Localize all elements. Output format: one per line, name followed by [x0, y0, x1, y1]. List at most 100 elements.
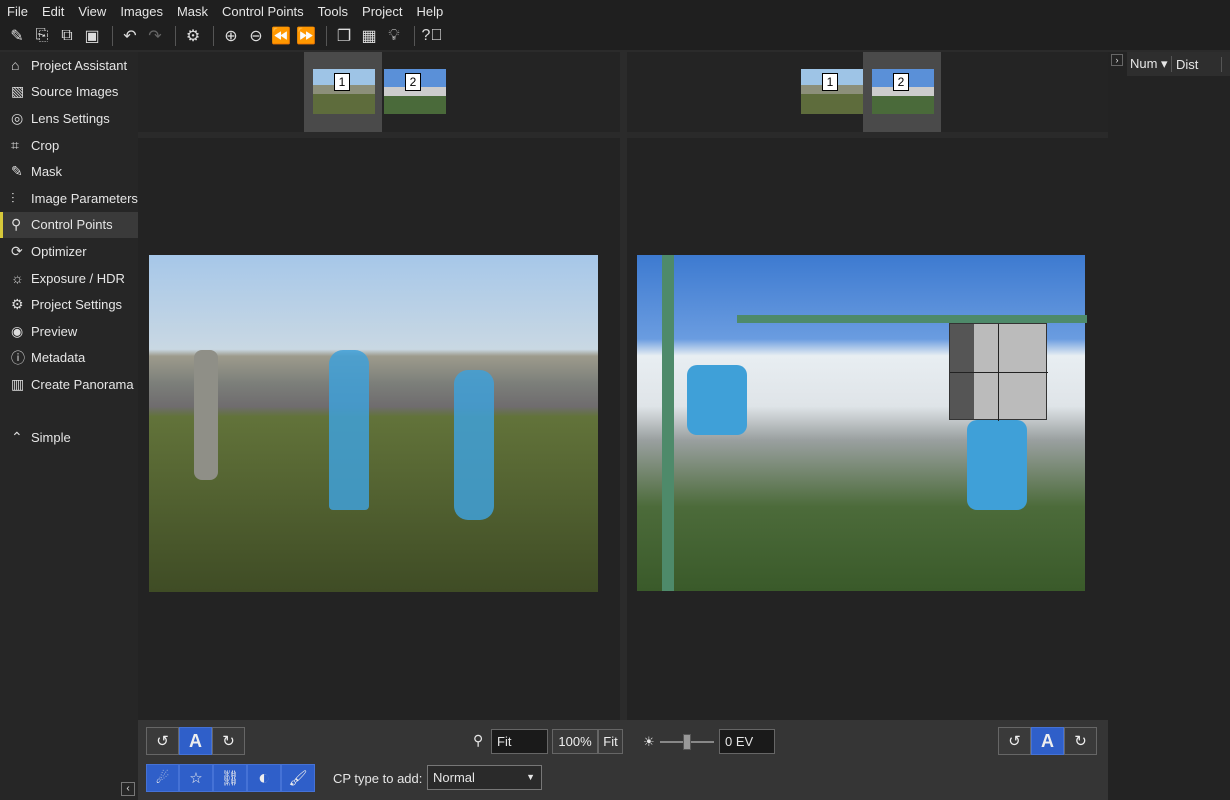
left-image-view[interactable] [138, 138, 620, 720]
cp-table-header: Num ▾ Dist [1127, 52, 1230, 76]
sidebar-icon: ⫶ [11, 189, 15, 206]
star-icon[interactable]: ☆ [179, 764, 213, 792]
menu-control-points[interactable]: Control Points [222, 4, 304, 19]
copy-icon[interactable]: ⧉ [56, 25, 78, 47]
left-thumb-2[interactable]: 2 [375, 52, 453, 132]
expand-panel-button[interactable]: › [1111, 54, 1123, 66]
sidebar-item-label: Mask [31, 164, 63, 180]
right-thumbnail-strip: 1 2 [627, 52, 1108, 132]
magnifier-loupe [949, 323, 1048, 421]
control-points-panel: › Num ▾ Dist [1108, 52, 1230, 800]
right-thumb-2[interactable]: 2 [863, 52, 941, 132]
settings-icon[interactable]: ⚙ [182, 25, 204, 47]
menu-project[interactable]: Project [362, 4, 402, 19]
rotate-right-button[interactable]: ↻ [212, 727, 245, 755]
chevron-up-icon: ⌃ [11, 428, 23, 445]
previous-icon[interactable]: ⏪ [270, 25, 292, 47]
brightness-icon: ☀ [643, 734, 655, 749]
sidebar-item-image-parameters[interactable]: ⫶ Image Parameters [0, 185, 138, 212]
sidebar-icon: ⌗ [11, 136, 19, 153]
new-project-icon[interactable]: ✎ [6, 25, 28, 47]
sidebar-item-crop[interactable]: ⌗ Crop [0, 132, 138, 159]
help-icon[interactable]: ?⃝ [421, 25, 443, 47]
rotate-right-button-2[interactable]: ↻ [1064, 727, 1097, 755]
bottom-toolbar: ↺ A ↻ ☄ ☆ ⛓ ◐ 🖌︎ ⚲ Fit 100% Fit ☀ 0 EV C… [138, 720, 1108, 800]
auto-button-left[interactable]: A [179, 727, 212, 755]
sidebar-item-label: Crop [31, 137, 60, 153]
sidebar-icon: ⟳ [11, 242, 23, 259]
lightbulb-icon[interactable]: 💡︎ [383, 25, 405, 47]
menu-mask[interactable]: Mask [177, 4, 208, 19]
sidebar-item-mask[interactable]: ✎ Mask [0, 158, 138, 185]
zoom-icon: ⚲ [473, 732, 484, 748]
left-photo[interactable] [149, 255, 598, 592]
menu-view[interactable]: View [78, 4, 106, 19]
column-num[interactable]: Num ▾ [1127, 56, 1172, 72]
sidebar-item-label: Project Settings [31, 297, 123, 313]
link-icon[interactable]: ⛓ [213, 764, 247, 792]
sidebar-item-preview[interactable]: ◉ Preview [0, 318, 138, 345]
contrast-icon[interactable]: ◐ [247, 764, 281, 792]
zoom-input[interactable]: Fit [491, 729, 548, 754]
right-image-pane: 1 2 [627, 52, 1108, 720]
sidebar-item-source-images[interactable]: ▧ Source Images [0, 79, 138, 106]
column-dist[interactable]: Dist [1172, 56, 1222, 72]
left-thumb-1[interactable]: 1 [304, 52, 382, 132]
sidebar-item-project-assistant[interactable]: ⌂ Project Assistant [0, 52, 138, 79]
sidebar-item-metadata[interactable]: ⓘ Metadata [0, 345, 138, 372]
open-icon[interactable]: ⎘ [31, 25, 53, 47]
fine-tune-icon[interactable]: ☄ [146, 764, 179, 792]
rotate-left-button[interactable]: ↺ [146, 727, 179, 755]
sidebar-icon: ◎ [11, 109, 24, 126]
zoom-fit-button[interactable]: Fit [598, 729, 623, 754]
grid-icon[interactable]: ▦ [358, 25, 380, 47]
sidebar-icon: ▥ [11, 375, 25, 392]
sidebar-item-create-panorama[interactable]: ▥ Create Panorama [0, 371, 138, 398]
sidebar-item-label: Create Panorama [31, 376, 134, 392]
sidebar-icon: ⚙ [11, 296, 24, 313]
sidebar-item-control-points[interactable]: ⚲ Control Points [0, 211, 138, 239]
cp-type-label: CP type to add: [333, 771, 423, 786]
sidebar-item-simple[interactable]: ⌃ Simple [0, 424, 138, 451]
left-image-pane: 1 2 [138, 52, 620, 720]
exposure-input[interactable]: 0 EV [719, 729, 775, 754]
cp-type-select[interactable]: Normal ▼ [427, 765, 542, 790]
sidebar-icon: ▧ [11, 83, 25, 100]
exposure-slider[interactable] [660, 734, 714, 750]
sidebar-item-label: Optimizer [31, 243, 87, 259]
zoom-in-icon[interactable]: ⊕ [220, 25, 242, 47]
right-image-view[interactable] [627, 138, 1108, 720]
menu-images[interactable]: Images [120, 4, 163, 19]
sidebar: ⌂ Project Assistant ▧ Source Images ◎ Lens Se… [0, 52, 138, 800]
rotate-left-button-right[interactable]: ↺ [998, 727, 1031, 755]
sidebar-item-label: Metadata [31, 350, 86, 366]
sidebar-item-optimizer[interactable]: ⟳ Optimizer [0, 238, 138, 265]
left-thumbnail-strip: 1 2 [138, 52, 620, 132]
sidebar-icon: ✎ [11, 163, 23, 180]
undo-icon[interactable]: ↶ [119, 25, 141, 47]
zoom-100-button[interactable]: 100% [552, 729, 598, 754]
sidebar-item-label: Project Assistant [31, 57, 128, 73]
sidebar-item-label: Control Points [31, 217, 113, 233]
sidebar-item-lens-settings[interactable]: ◎ Lens Settings [0, 105, 138, 132]
right-photo[interactable] [637, 255, 1087, 591]
stack-icon[interactable]: ❐ [333, 25, 355, 47]
save-icon[interactable]: ▣ [81, 25, 103, 47]
menu-bar: File Edit View Images Mask Control Points Tool… [0, 0, 1230, 22]
menu-help[interactable]: Help [417, 4, 444, 19]
toolbar: ✎ ⎘ ⧉ ▣ ↶ ↷ ⚙ ⊕ ⊖ ⏪ ⏩ ❐ ▦ 💡︎ ?⃝ [0, 22, 1230, 50]
menu-file[interactable]: File [7, 4, 28, 19]
sidebar-icon: ⌂ [11, 57, 20, 74]
sidebar-item-project-settings[interactable]: ⚙ Project Settings [0, 291, 138, 318]
menu-tools[interactable]: Tools [318, 4, 348, 19]
redo-icon[interactable]: ↷ [144, 25, 166, 47]
menu-edit[interactable]: Edit [42, 4, 64, 19]
next-icon[interactable]: ⏩ [295, 25, 317, 47]
collapse-sidebar-button[interactable]: ‹ [121, 782, 135, 796]
right-thumb-1[interactable]: 1 [792, 52, 870, 132]
sidebar-icon: ⚲ [11, 216, 22, 233]
sidebar-item-exposure-hdr[interactable]: ☼ Exposure / HDR [0, 265, 138, 292]
auto-button-right[interactable]: A [1031, 727, 1064, 755]
zoom-out-icon[interactable]: ⊖ [245, 25, 267, 47]
brush-icon[interactable]: 🖌︎ [281, 764, 315, 792]
